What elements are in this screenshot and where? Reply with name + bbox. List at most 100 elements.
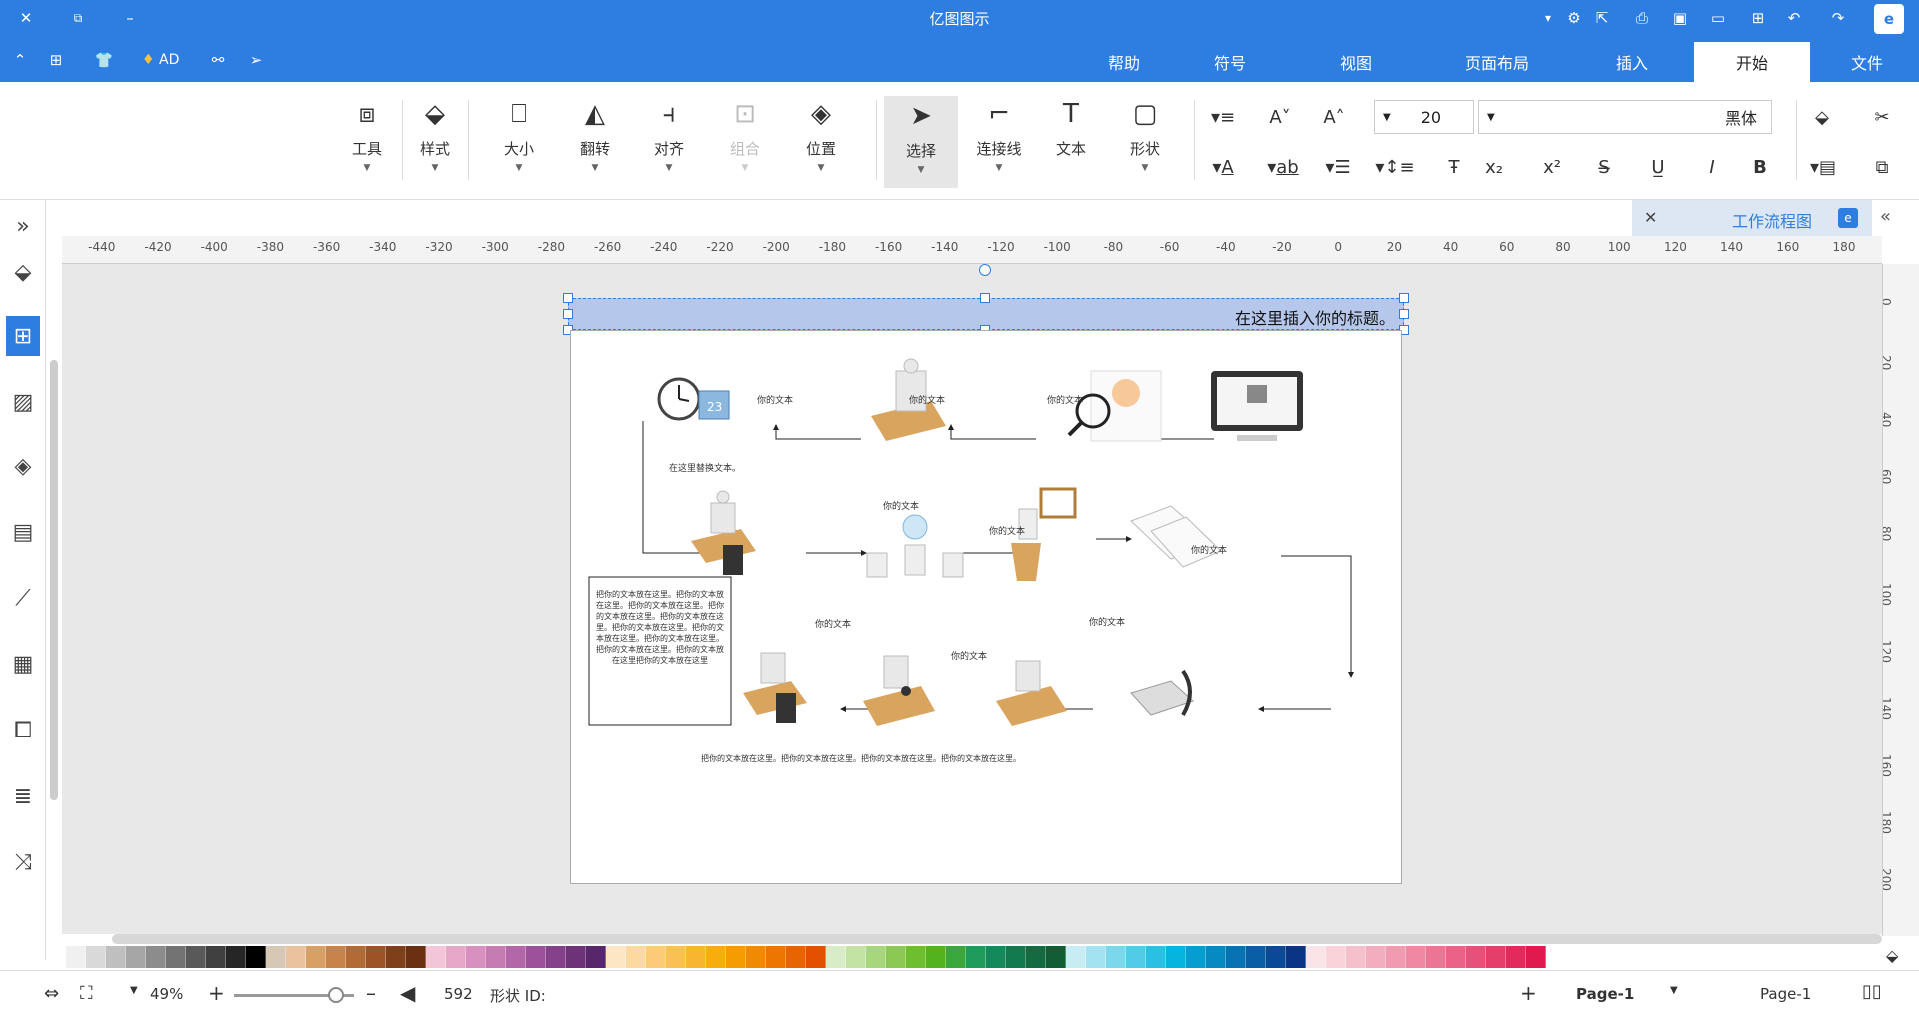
apps-icon[interactable]: ⊞	[44, 48, 68, 72]
fill-icon[interactable]: ⬙	[6, 252, 40, 292]
document-search-figure[interactable]	[1067, 370, 1162, 442]
color-swatch[interactable]	[1006, 946, 1026, 968]
page-tab[interactable]: Page-1	[1576, 985, 1634, 1003]
color-swatch[interactable]	[1526, 946, 1546, 968]
color-swatch[interactable]	[826, 946, 846, 968]
style-button[interactable]: ⬙ 样式 ▼	[406, 94, 464, 178]
color-swatch[interactable]	[146, 946, 166, 968]
connector[interactable]	[642, 421, 722, 556]
print-icon[interactable]: ⎙	[1630, 6, 1654, 30]
play-icon[interactable]: ◀	[400, 981, 415, 1005]
tab-page-layout[interactable]: 页面布局	[1452, 42, 1542, 82]
color-swatch[interactable]	[186, 946, 206, 968]
text-button[interactable]: T 文本	[1042, 94, 1100, 178]
size-button[interactable]: ⎕ 大小 ▼	[490, 94, 548, 178]
document-tab[interactable]: ✕ 工作流程图 e	[1632, 200, 1872, 236]
color-swatch[interactable]	[1026, 946, 1046, 968]
subscript-icon[interactable]: x₂	[1480, 152, 1508, 182]
cut-icon[interactable]: ✂	[1868, 102, 1896, 132]
shapes-library-icon[interactable]: ⊞	[6, 316, 40, 356]
color-swatch[interactable]	[206, 946, 226, 968]
color-swatch[interactable]	[1146, 946, 1166, 968]
color-swatch[interactable]	[686, 946, 706, 968]
bullet-list-button[interactable]: ▾☰	[1320, 152, 1356, 182]
fill-color-icon[interactable]: ⬙	[1886, 946, 1898, 965]
clock-calendar-figure[interactable]: 23	[657, 377, 730, 421]
color-swatch[interactable]	[366, 946, 386, 968]
color-swatch[interactable]	[646, 946, 666, 968]
lab-worker-figure[interactable]	[863, 655, 935, 726]
new-icon[interactable]: ⊞	[1746, 6, 1770, 30]
zoom-level[interactable]: 49%	[150, 985, 183, 1003]
shirt-icon[interactable]: 👕	[92, 48, 116, 72]
group-button[interactable]: ⊡ 组合 ▼	[716, 94, 774, 178]
superscript-icon[interactable]: x²	[1538, 152, 1566, 182]
page-dropdown-icon[interactable]: ▼	[1670, 985, 1678, 996]
open-folder-icon[interactable]: ▭	[1706, 6, 1730, 30]
ad-badge[interactable]: ♦ AD	[142, 52, 179, 68]
image-icon[interactable]: ▨	[6, 382, 40, 422]
zoom-out-icon[interactable]: –	[366, 981, 376, 1005]
color-swatch[interactable]	[326, 946, 346, 968]
connector[interactable]	[948, 424, 1036, 440]
vertical-scrollbar[interactable]	[50, 360, 58, 800]
color-swatch[interactable]	[1066, 946, 1086, 968]
color-swatch[interactable]	[446, 946, 466, 968]
close-tab-icon[interactable]: ✕	[1644, 208, 1657, 227]
tab-file[interactable]: 文件	[1832, 42, 1902, 82]
connector-label[interactable]: 你的文本	[883, 499, 919, 512]
shape-button[interactable]: ▢ 形状 ▼	[1116, 94, 1174, 178]
color-swatch[interactable]	[86, 946, 106, 968]
color-swatch[interactable]	[986, 946, 1006, 968]
strikethrough-icon[interactable]: S̶	[1590, 152, 1618, 182]
line-spacing-button[interactable]: ▾↕≡	[1372, 152, 1418, 182]
color-swatch[interactable]	[1446, 946, 1466, 968]
color-swatch[interactable]	[406, 946, 426, 968]
copy-icon[interactable]: ⧉	[1868, 152, 1896, 182]
connector-label[interactable]: 你的文本	[951, 649, 987, 662]
connector[interactable]	[773, 424, 861, 440]
text-format-icon[interactable]: Ŧ	[1440, 152, 1468, 182]
color-swatch[interactable]	[106, 946, 126, 968]
flip-button[interactable]: ◭ 翻转 ▼	[566, 94, 624, 178]
shuffle-icon[interactable]: ⤨	[6, 842, 40, 882]
color-swatch[interactable]	[1386, 946, 1406, 968]
color-swatch[interactable]	[1366, 946, 1386, 968]
color-swatch[interactable]	[886, 946, 906, 968]
color-swatch[interactable]	[1206, 946, 1226, 968]
zoom-dropdown-icon[interactable]: ▼	[130, 985, 138, 996]
desk-worker-figure-2[interactable]	[996, 660, 1067, 726]
connector-label[interactable]: 你的文本	[1089, 615, 1125, 628]
select-button[interactable]: ➤ 选择 ▼	[884, 96, 958, 188]
resize-handle[interactable]	[1399, 309, 1409, 319]
resize-handle[interactable]	[1399, 293, 1409, 303]
color-swatch[interactable]	[846, 946, 866, 968]
save-icon[interactable]: ▣	[1668, 6, 1692, 30]
color-swatch[interactable]	[586, 946, 606, 968]
send-icon[interactable]: ➢	[244, 48, 268, 72]
resize-handle[interactable]	[980, 293, 990, 303]
connector-label[interactable]: 在这里替换文本。	[669, 461, 741, 474]
color-swatch[interactable]	[486, 946, 506, 968]
telephone-figure[interactable]	[1130, 669, 1194, 717]
color-swatch[interactable]	[1046, 946, 1066, 968]
collapse-ribbon-icon[interactable]: ⌃	[8, 48, 32, 72]
color-swatch[interactable]	[1106, 946, 1126, 968]
page-label[interactable]: Page-1	[1760, 985, 1811, 1003]
color-swatch[interactable]	[166, 946, 186, 968]
paste-icon[interactable]: ▾▤	[1800, 152, 1846, 182]
connector-label[interactable]: 你的文本	[815, 617, 851, 630]
color-swatch[interactable]	[626, 946, 646, 968]
decrease-font-icon[interactable]: A˅	[1266, 102, 1294, 132]
color-swatch[interactable]	[246, 946, 266, 968]
color-swatch[interactable]	[1326, 946, 1346, 968]
color-swatch[interactable]	[706, 946, 726, 968]
color-swatch[interactable]	[966, 946, 986, 968]
expand-icon[interactable]: »	[6, 206, 40, 246]
bold-icon[interactable]: B	[1746, 152, 1774, 182]
color-swatch[interactable]	[1226, 946, 1246, 968]
format-painter-icon[interactable]: ⬙	[1808, 102, 1836, 132]
seated-worker-figure-2[interactable]	[743, 652, 807, 723]
color-swatch[interactable]	[946, 946, 966, 968]
color-swatch[interactable]	[566, 946, 586, 968]
